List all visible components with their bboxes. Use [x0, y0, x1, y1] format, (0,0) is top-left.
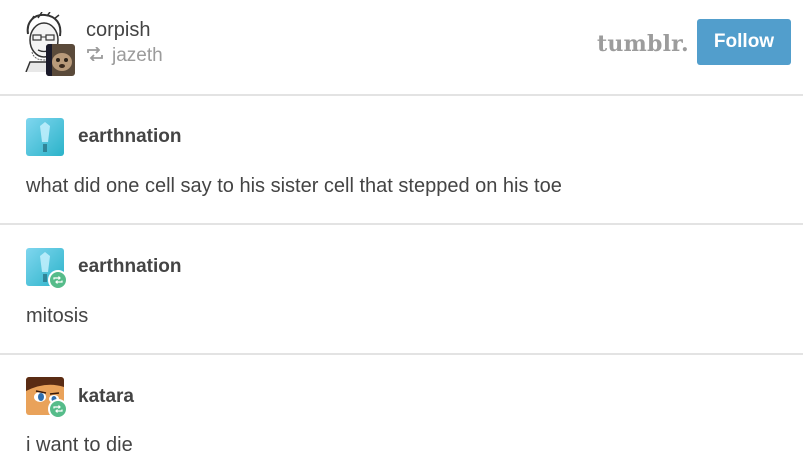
username[interactable]: corpish: [86, 19, 150, 42]
post-text: what did one cell say to his sister cell…: [26, 175, 562, 197]
divider: [0, 94, 803, 96]
reblog-badge-icon: [48, 270, 68, 290]
post-author[interactable]: earthnation: [78, 126, 181, 148]
follow-button[interactable]: Follow: [697, 19, 791, 65]
post-author[interactable]: katara: [78, 386, 134, 408]
divider: [0, 353, 803, 355]
post-avatar[interactable]: [26, 118, 64, 156]
reblogged-from: jazeth: [86, 45, 163, 67]
reblog-icon: [86, 45, 112, 67]
reblog-badge-icon: [48, 399, 68, 419]
reblogged-user-avatar[interactable]: [46, 44, 75, 76]
post-header: corpish jazeth tumblr. Follow: [0, 0, 803, 95]
tumblr-logo[interactable]: tumblr.: [597, 31, 689, 57]
divider: [0, 223, 803, 225]
post-author[interactable]: earthnation: [78, 256, 181, 278]
reblogged-from-username[interactable]: jazeth: [112, 45, 163, 67]
post-text: mitosis: [26, 305, 89, 327]
post-text: i want to die: [26, 434, 133, 456]
